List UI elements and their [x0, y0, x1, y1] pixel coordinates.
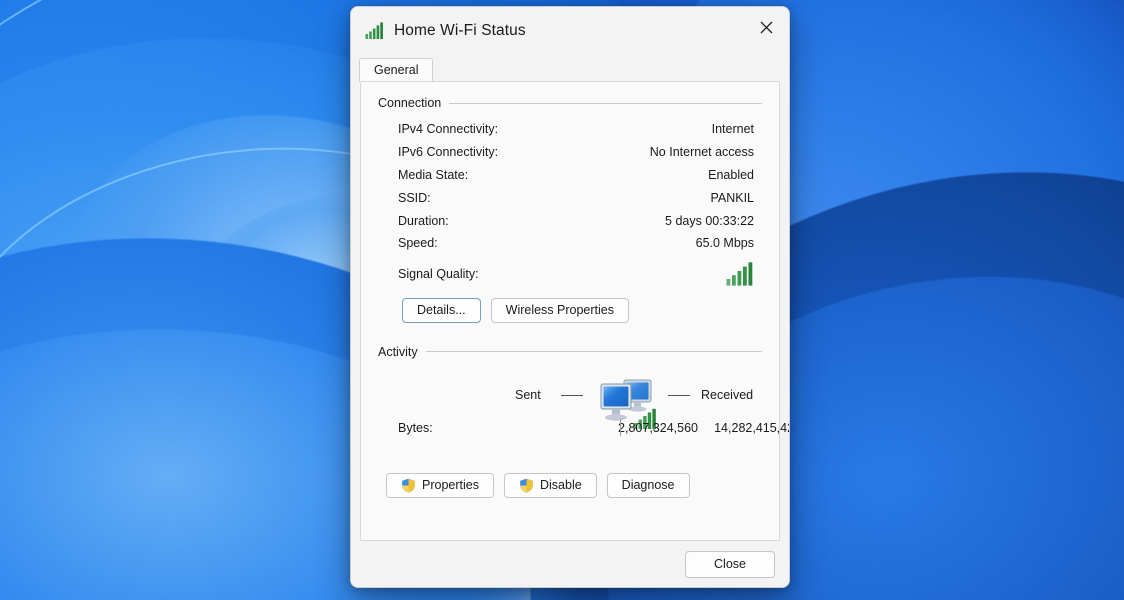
table-row: IPv4 Connectivity: Internet	[398, 118, 754, 141]
signal-strength-icon	[726, 262, 753, 286]
dialog-footer: Close	[351, 541, 789, 587]
table-row: Speed: 65.0 Mbps	[398, 232, 754, 255]
activity-group-label: Activity	[378, 344, 418, 359]
table-row: SSID: PANKIL	[398, 186, 754, 209]
signal-quality-row: Signal Quality:	[398, 259, 754, 289]
properties-button-label: Properties	[422, 478, 479, 493]
row-value: Enabled	[708, 167, 754, 182]
group-divider	[425, 351, 762, 353]
properties-button[interactable]: Properties	[386, 472, 494, 498]
row-label: IPv6 Connectivity:	[398, 145, 499, 160]
received-label: Received	[701, 387, 754, 402]
bytes-received-value: 14,282,415,427	[714, 420, 789, 435]
close-button[interactable]: Close	[685, 550, 775, 578]
sent-connector-line	[561, 394, 583, 396]
row-value: 65.0 Mbps	[695, 236, 754, 251]
bytes-label: Bytes:	[398, 420, 433, 435]
row-value: No Internet access	[649, 145, 754, 160]
activity-direction-row: Sent Received	[398, 367, 754, 429]
action-buttons: Properties Disable Diagnose	[378, 472, 762, 498]
activity-content: Sent Received Bytes: 2,807,324,560 14,28…	[378, 367, 789, 439]
row-label: IPv4 Connectivity:	[398, 122, 499, 137]
table-row: IPv6 Connectivity: No Internet access	[398, 141, 754, 164]
row-label: SSID:	[398, 190, 431, 205]
close-icon[interactable]	[743, 7, 789, 47]
signal-quality-label: Signal Quality:	[398, 266, 479, 281]
received-connector-line	[668, 394, 690, 396]
row-value: Internet	[711, 122, 754, 137]
sent-label: Sent	[515, 387, 541, 402]
desktop-wallpaper: Home Wi-Fi Status General Connection IPv…	[0, 0, 1124, 600]
row-value: PANKIL	[710, 190, 754, 205]
connection-group-label: Connection	[378, 96, 442, 110]
row-label: Speed:	[398, 236, 438, 251]
connection-buttons: Details... Wireless Properties	[378, 297, 762, 323]
activity-group-header: Activity	[378, 345, 762, 359]
dialog-title: Home Wi-Fi Status	[394, 22, 526, 39]
connection-group-header: Connection	[378, 96, 762, 110]
diagnose-button[interactable]: Diagnose	[606, 472, 690, 498]
row-label: Media State:	[398, 167, 469, 182]
table-row: Duration: 5 days 00:33:22	[398, 209, 754, 232]
group-divider	[449, 102, 762, 104]
wifi-status-dialog: Home Wi-Fi Status General Connection IPv…	[350, 6, 790, 588]
row-label: Duration:	[398, 213, 449, 228]
uac-shield-icon	[520, 478, 533, 493]
disable-button[interactable]: Disable	[503, 472, 597, 498]
dialog-titlebar: Home Wi-Fi Status	[351, 7, 789, 55]
bytes-row: Bytes: 2,807,324,560 14,282,415,427	[398, 417, 789, 439]
wireless-properties-button[interactable]: Wireless Properties	[490, 297, 630, 323]
general-tab-panel: Connection IPv4 Connectivity: Internet I…	[360, 81, 789, 541]
uac-shield-icon	[402, 478, 415, 493]
connection-rows: IPv4 Connectivity: Internet IPv6 Connect…	[378, 118, 762, 289]
disable-button-label: Disable	[539, 478, 582, 493]
tab-strip: General	[351, 55, 789, 82]
wifi-signal-bars-icon	[365, 22, 383, 39]
details-button[interactable]: Details...	[402, 297, 481, 323]
row-value: 5 days 00:33:22	[665, 213, 754, 228]
table-row: Media State: Enabled	[398, 164, 754, 187]
tab-general[interactable]: General	[359, 58, 434, 82]
bytes-divider	[620, 418, 621, 436]
